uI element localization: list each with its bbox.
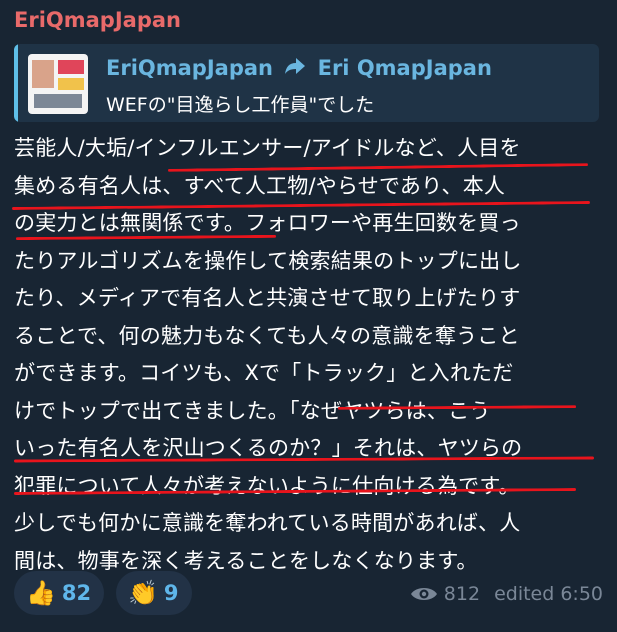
message-line: 少しでも何かに意識を奪われている時間があれば、人 [14,511,521,535]
message-bubble: EriQmapJapan EriQmapJapan Eri QmapJapan … [0,0,617,632]
reaction-count: 9 [163,581,179,605]
message-line: 間は、物事を深く考えることをしなくなります。 [14,548,478,573]
message-line: たりアルゴリズムを操作して検索結果のトップに出し [14,248,522,273]
thumbs-up-icon: 👍 [26,579,56,607]
eye-icon [410,585,438,603]
view-count: 812 [443,583,481,605]
forward-arrow-icon [284,56,306,80]
message-line: 芸能人/大垢/インフルエンサー/アイドルなど、人目を [14,136,521,160]
reply-preview[interactable]: EriQmapJapan Eri QmapJapan WEFの"目逸らし工作員"… [14,44,599,122]
reply-forward-name: Eri QmapJapan [317,56,492,80]
reaction-count: 82 [61,581,92,605]
sender-name[interactable]: EriQmapJapan [14,8,181,32]
message-meta: 812 edited 6:50 [410,583,603,605]
reply-thumbnail [28,54,88,114]
reaction-thumbs-up[interactable]: 👍 82 [14,571,104,615]
message-line: ができます。コイツも、Xで「トラック」と入れただ [14,361,514,385]
message-line: けでトップで出てきました。「なぜヤツらは、こう [14,398,491,423]
message-line: ることで、何の魅力もなくても人々の意識を奪うこと [14,323,520,348]
edited-time: edited 6:50 [494,583,603,605]
reply-author-name: EriQmapJapan [106,56,273,80]
reply-author: EriQmapJapan Eri QmapJapan [106,56,492,80]
clapping-hands-icon: 👏 [128,579,158,607]
message-line: たり、メディアで有名人と共演させて取り上げたりす [14,286,521,310]
reply-text: WEFの"目逸らし工作員"でした [106,94,375,116]
message-line: 集める有名人は、すべて人工物/やらせであり、本人 [14,173,506,198]
reaction-clapping-hands[interactable]: 👏 9 [116,571,192,615]
message-text: 芸能人/大垢/インフルエンサー/アイドルなど、人目を 集める有名人は、すべて人工… [14,130,604,580]
reply-accent-bar [14,44,18,122]
message-line: 犯罪について人々が考えないように仕向ける為です。 [14,473,520,498]
